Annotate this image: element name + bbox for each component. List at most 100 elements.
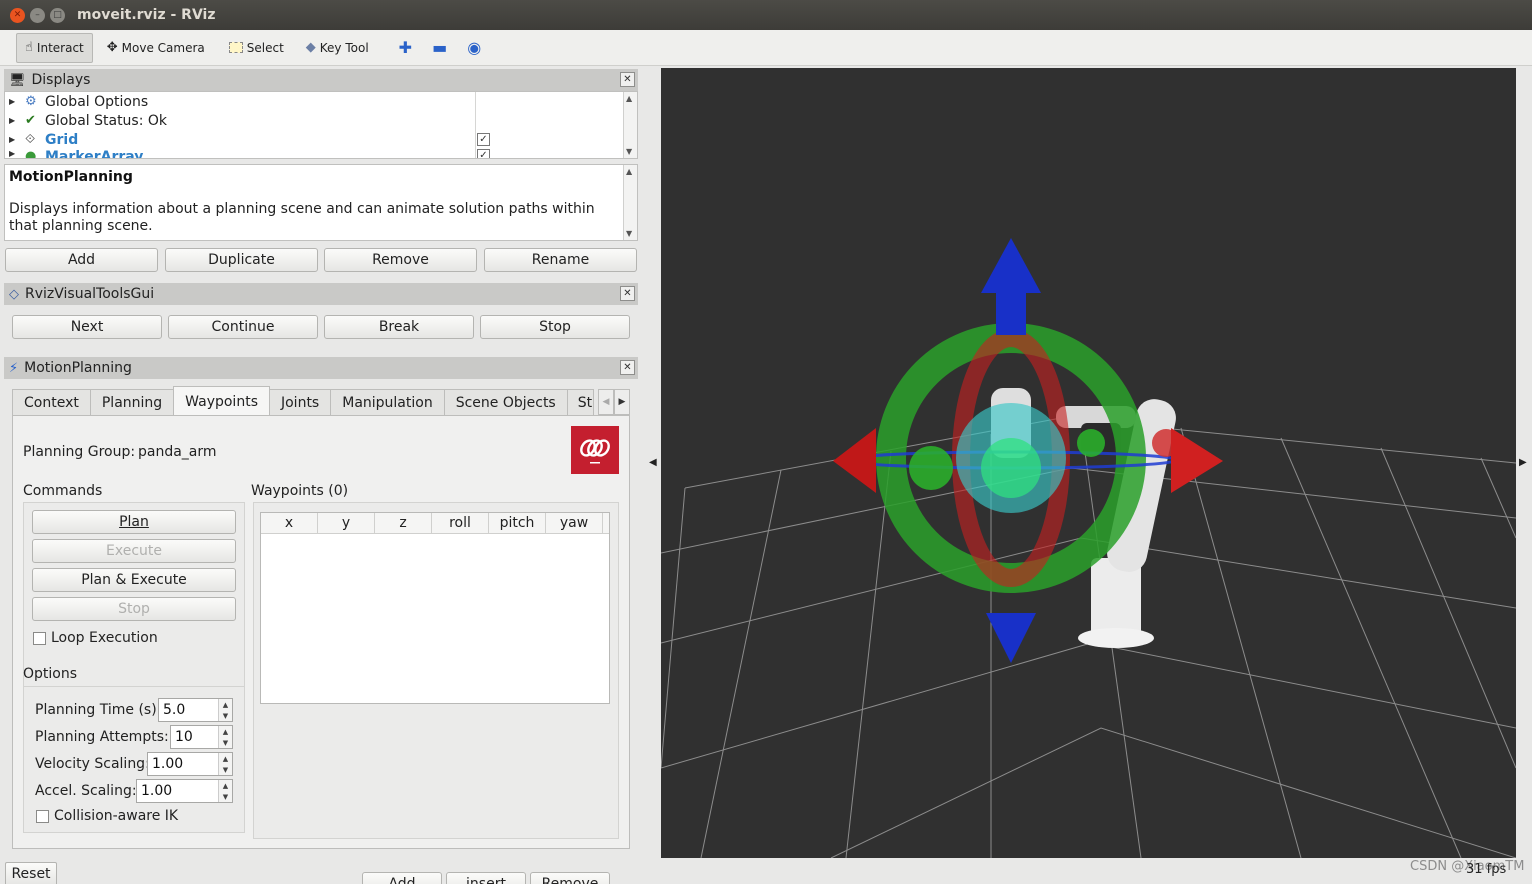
tree-row-grid[interactable]: ▶ ⟐ Grid ✓ [5, 130, 637, 149]
planning-attempts-spinbox[interactable]: 10 ▲ ▼ [170, 725, 233, 749]
column-header-x[interactable]: x [261, 513, 318, 533]
interactive-marker[interactable] [833, 238, 1223, 663]
column-header-z[interactable]: z [375, 513, 432, 533]
tree-scrollbar[interactable]: ▲ ▼ [623, 92, 637, 158]
plan-and-execute-button[interactable]: Plan & Execute [32, 568, 236, 592]
stop-button[interactable]: Stop [480, 315, 630, 339]
spin-arrows-icon[interactable]: ▲ ▼ [218, 780, 232, 802]
scroll-up-icon[interactable]: ▲ [626, 94, 632, 103]
planning-time-spinbox[interactable]: 5.0 ▲ ▼ [158, 698, 233, 722]
move-camera-tool-button[interactable]: ✥ Move Camera [99, 33, 213, 63]
interact-tool-button[interactable]: ☝ Interact [16, 32, 93, 63]
tab-scene-objects[interactable]: Scene Objects [443, 389, 568, 416]
eye-tool-icon[interactable]: ◉ [457, 33, 491, 63]
scroll-down-icon[interactable]: ▼ [626, 147, 632, 156]
tab-joints[interactable]: Joints [268, 389, 332, 416]
tree-row-global-status[interactable]: ▶ ✔ Global Status: Ok [5, 111, 637, 130]
tab-status-truncated[interactable]: St [566, 389, 594, 416]
collapse-left-dock-icon[interactable]: ◀ [649, 457, 657, 468]
collision-aware-ik-label: Collision-aware IK [54, 808, 179, 824]
velocity-scaling-spinbox[interactable]: 1.00 ▲ ▼ [147, 752, 233, 776]
expand-arrow-icon[interactable]: ▶ [9, 149, 19, 158]
spin-arrows-icon[interactable]: ▲ ▼ [218, 699, 232, 721]
collapse-right-dock-icon[interactable]: ▶ [1519, 457, 1527, 468]
remove-display-button[interactable]: Remove [324, 248, 477, 272]
maximize-window-icon[interactable]: □ [50, 7, 65, 23]
column-header-yaw[interactable]: yaw [546, 513, 603, 533]
render-viewport[interactable] [661, 68, 1516, 858]
motionplanning-icon: ⚡ [9, 360, 19, 376]
stop-execution-button[interactable]: Stop [32, 597, 236, 621]
scroll-down-icon[interactable]: ▼ [626, 229, 632, 238]
waypoints-table-header: x y z roll pitch yaw [261, 513, 609, 534]
tab-waypoints[interactable]: Waypoints [173, 386, 270, 416]
move-camera-label: Move Camera [121, 40, 205, 55]
continue-button[interactable]: Continue [168, 315, 318, 339]
planning-attempts-value: 10 [175, 729, 193, 745]
spin-arrows-icon[interactable]: ▲ ▼ [218, 753, 232, 775]
fps-readout: 31 fps [1466, 862, 1507, 877]
collision-aware-ik-checkbox[interactable] [36, 810, 49, 823]
moveit-logo-icon [580, 439, 610, 464]
add-tool-icon[interactable]: ✚ [389, 33, 422, 63]
remove-tool-icon[interactable]: ▬ [422, 33, 457, 63]
tree-row-global-options[interactable]: ▶ ⚙ Global Options [5, 92, 637, 111]
planning-group-value: panda_arm [138, 444, 217, 460]
planning-time-value: 5.0 [163, 702, 186, 718]
column-header-pitch[interactable]: pitch [489, 513, 546, 533]
markerarray-enabled-checkbox[interactable]: ✓ [477, 149, 490, 158]
rvt-title: RvizVisualToolsGui [25, 286, 155, 302]
scroll-up-icon[interactable]: ▲ [626, 167, 632, 176]
reset-button[interactable]: Reset [5, 862, 57, 884]
close-motionplanning-icon[interactable]: ✕ [620, 360, 635, 375]
expand-arrow-icon[interactable]: ▶ [9, 135, 19, 144]
window-title: moveit.rviz - RViz [77, 7, 216, 23]
scene-3d[interactable] [661, 68, 1516, 858]
waypoint-insert-button[interactable]: insert [446, 872, 526, 884]
planning-time-label: Planning Time (s): [35, 702, 162, 718]
waypoint-add-button[interactable]: Add [362, 872, 442, 884]
expand-arrow-icon[interactable]: ▶ [9, 97, 19, 106]
duplicate-display-button[interactable]: Duplicate [165, 248, 318, 272]
execute-button[interactable]: Execute [32, 539, 236, 563]
expand-arrow-icon[interactable]: ▶ [9, 116, 19, 125]
add-display-button[interactable]: Add [5, 248, 158, 272]
tab-manipulation[interactable]: Manipulation [330, 389, 445, 416]
options-label: Options [23, 666, 78, 682]
rename-display-button[interactable]: Rename [484, 248, 637, 272]
tab-context[interactable]: Context [12, 389, 91, 416]
close-window-icon[interactable]: ✕ [10, 7, 25, 23]
move-camera-icon: ✥ [106, 40, 118, 55]
motionplanning-title: MotionPlanning [24, 360, 132, 376]
marker-icon: ● [25, 149, 37, 159]
break-button[interactable]: Break [324, 315, 474, 339]
rvt-panel-title: ◇ RvizVisualToolsGui ✕ [4, 283, 638, 305]
select-tool-button[interactable]: Select [221, 33, 292, 63]
plan-button[interactable]: Plan [32, 510, 236, 534]
key-tool-button[interactable]: ◆ Key Tool [298, 33, 377, 63]
tab-scroll-right-icon[interactable]: ▶ [614, 389, 630, 415]
close-displays-icon[interactable]: ✕ [620, 72, 635, 87]
gear-icon: ⚙ [25, 94, 37, 109]
next-button[interactable]: Next [12, 315, 162, 339]
column-header-roll[interactable]: roll [432, 513, 489, 533]
column-header-y[interactable]: y [318, 513, 375, 533]
description-scrollbar[interactable]: ▲ ▼ [623, 165, 637, 240]
close-rvt-icon[interactable]: ✕ [620, 286, 635, 301]
tree-row-markerarray[interactable]: ▶ ● MarkerArray ✓ [5, 149, 637, 159]
waypoints-table[interactable]: x y z roll pitch yaw [260, 512, 610, 704]
tree-label-grid: Grid [45, 131, 79, 148]
loop-execution-checkbox[interactable] [33, 632, 46, 645]
select-label: Select [246, 40, 284, 55]
grid-enabled-checkbox[interactable]: ✓ [477, 133, 490, 146]
accel-scaling-spinbox[interactable]: 1.00 ▲ ▼ [136, 779, 233, 803]
planning-attempts-label: Planning Attempts: [35, 729, 169, 745]
checkmark-icon: ✔ [25, 113, 36, 128]
minimize-window-icon[interactable]: – [30, 7, 45, 23]
grid-icon: ⟐ [25, 132, 36, 147]
tab-scroll-left-icon[interactable]: ◀ [598, 389, 614, 415]
tab-planning[interactable]: Planning [89, 389, 175, 416]
waypoint-remove-button[interactable]: Remove [530, 872, 610, 884]
motionplanning-tabs: Context Planning Waypoints Joints Manipu… [12, 386, 594, 416]
spin-arrows-icon[interactable]: ▲ ▼ [218, 726, 232, 748]
